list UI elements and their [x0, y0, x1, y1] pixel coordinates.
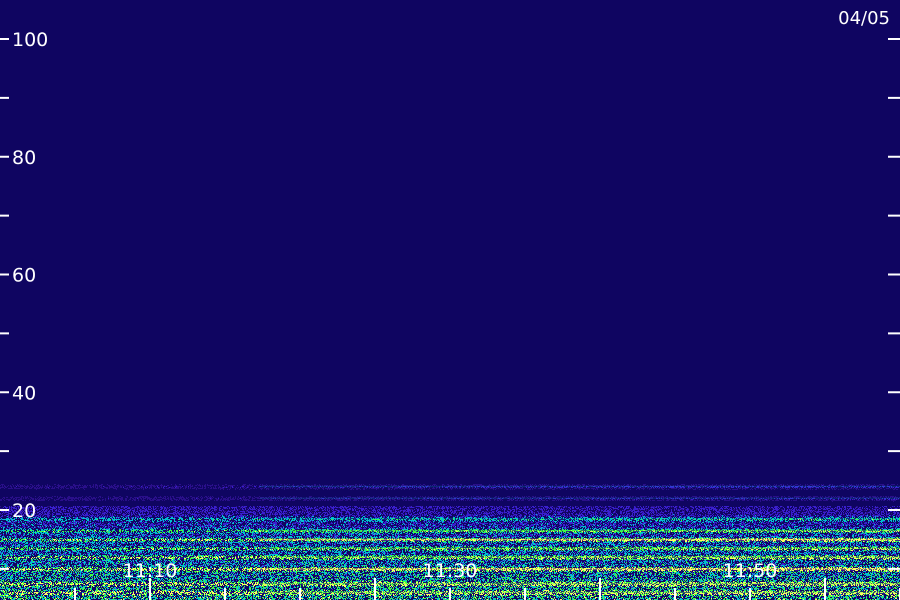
date-label: 04/05: [838, 8, 890, 29]
y-tick-label-7: 80: [12, 147, 36, 169]
x-tick-label-1: 11:30: [423, 560, 478, 582]
y-tick-label-3: 40: [12, 382, 36, 404]
y-axis-left: 20 40 60 80 100: [0, 29, 48, 570]
x-axis: 11:10 11:30 11:50: [74, 560, 900, 600]
y-tick-label-9: 100: [12, 29, 48, 51]
spectrogram-chart: 20 40 60 80 100 11:10 11:30 11:50 04/05: [0, 8, 900, 600]
y-tick-label-1: 20: [12, 500, 36, 522]
spectral-bands: [260, 485, 900, 594]
y-axis-right: [888, 38, 900, 570]
x-tick-label-0: 11:10: [123, 560, 178, 582]
x-tick-label-2: 11:50: [723, 560, 778, 582]
y-tick-label-5: 60: [12, 265, 36, 287]
